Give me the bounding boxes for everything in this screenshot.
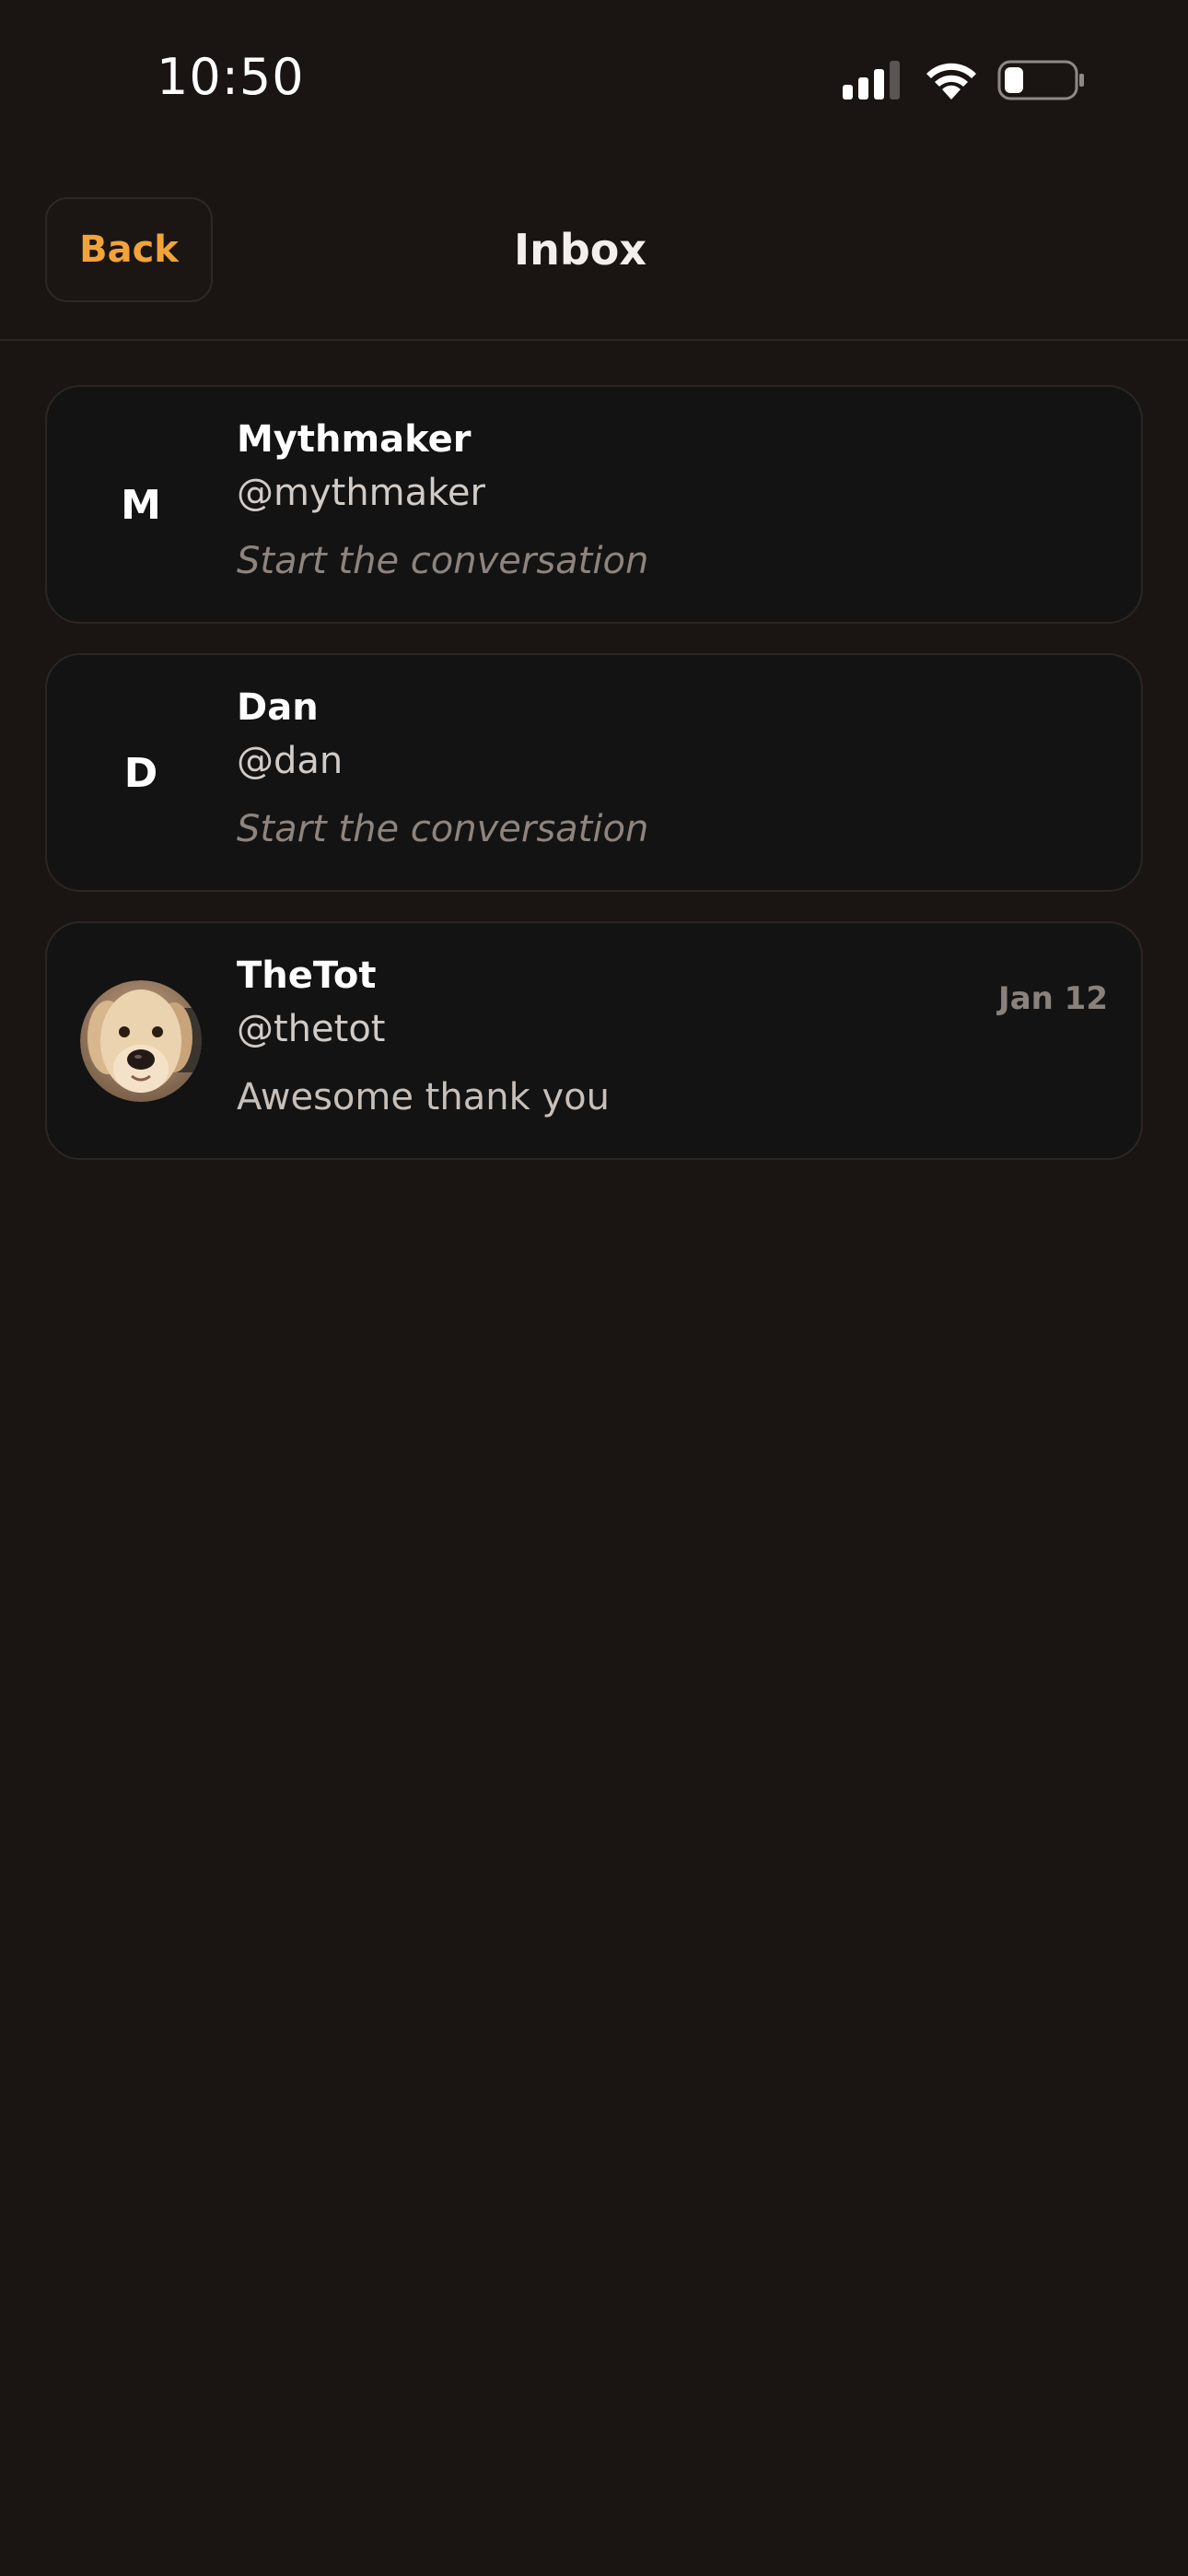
battery-icon bbox=[997, 60, 1084, 100]
status-time: 10:50 bbox=[157, 48, 305, 106]
conversation-handle: @thetot bbox=[237, 1008, 386, 1050]
conversation-handle: @mythmaker bbox=[237, 472, 485, 514]
cellular-signal-icon bbox=[843, 61, 900, 100]
conversation-item-mythmaker[interactable]: M Mythmaker @mythmaker Start the convers… bbox=[45, 385, 1143, 624]
conversation-name: Dan bbox=[237, 686, 319, 729]
conversation-handle: @dan bbox=[237, 740, 344, 782]
conversation-item-dan[interactable]: D Dan @dan Start the conversation bbox=[45, 653, 1143, 892]
conversation-name: TheTot bbox=[237, 954, 377, 997]
wifi-icon bbox=[926, 63, 976, 100]
navigation-bar: Back Inbox bbox=[0, 184, 1188, 341]
conversation-preview: Start the conversation bbox=[237, 540, 649, 582]
avatar-photo bbox=[80, 980, 202, 1102]
page-title: Inbox bbox=[513, 225, 647, 275]
conversation-preview: Awesome thank you bbox=[237, 1076, 610, 1118]
conversation-name: Mythmaker bbox=[237, 418, 472, 461]
dog-photo-icon bbox=[80, 980, 202, 1102]
avatar: D bbox=[80, 712, 202, 834]
conversation-list: M Mythmaker @mythmaker Start the convers… bbox=[45, 385, 1143, 1189]
conversation-item-thetot[interactable]: TheTot Jan 12 @thetot Awesome thank you bbox=[45, 921, 1143, 1160]
conversation-date: Jan 12 bbox=[998, 980, 1108, 1017]
avatar: M bbox=[80, 444, 202, 566]
status-bar: 10:50 bbox=[0, 0, 1188, 161]
conversation-preview: Start the conversation bbox=[237, 808, 649, 850]
